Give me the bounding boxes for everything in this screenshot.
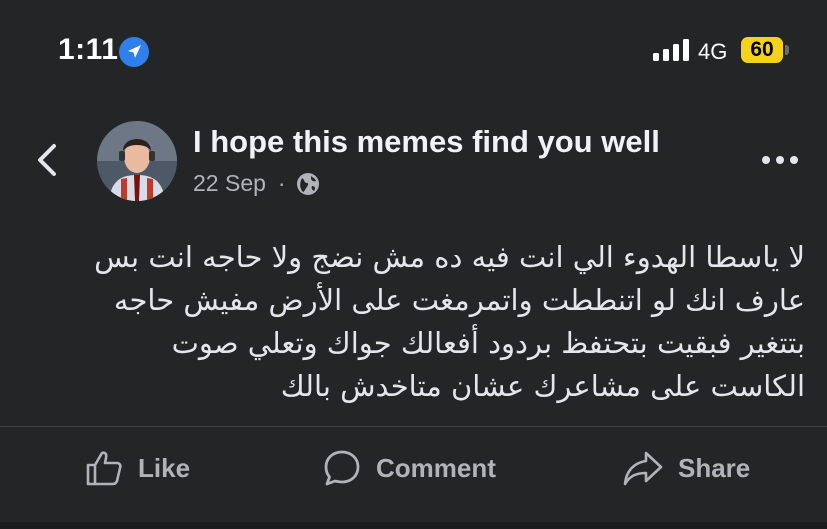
- comment-label: Comment: [376, 452, 496, 483]
- battery-level: 60: [750, 38, 774, 61]
- globe-icon: [296, 172, 319, 195]
- share-button[interactable]: Share: [622, 445, 750, 491]
- like-button[interactable]: Like: [84, 445, 190, 491]
- post-title[interactable]: I hope this memes find you well: [193, 124, 660, 160]
- share-label: Share: [678, 452, 751, 483]
- like-label: Like: [138, 452, 191, 483]
- location-arrow-icon: [119, 37, 149, 67]
- meta-separator: ·: [277, 170, 286, 196]
- bottom-strip: [0, 522, 827, 529]
- post-meta: 22 Sep ·: [193, 170, 320, 197]
- avatar[interactable]: [97, 121, 177, 201]
- chevron-left-icon: [38, 144, 56, 176]
- signal-bars-icon: [653, 39, 689, 61]
- post-text: لا ياسطا الهدوء الي انت فيه ده مش نضج ول…: [30, 236, 805, 408]
- post-date[interactable]: 22 Sep: [193, 170, 266, 197]
- post-screen: 1:11 4G 60 I hope this memes find you we…: [0, 0, 827, 529]
- thumbs-up-icon: [86, 451, 122, 486]
- comment-button[interactable]: Comment: [322, 445, 496, 491]
- post-text-line: الكاست على مشاعرك عشان متاخدش بالك: [280, 369, 805, 403]
- battery-cap: [785, 45, 789, 55]
- avatar-image: [97, 121, 177, 201]
- battery-indicator: 60: [741, 37, 783, 63]
- post-text-line: لا ياسطا الهدوء الي انت فيه ده مش نضج ول…: [94, 240, 805, 274]
- divider: [0, 426, 827, 427]
- post-text-line: عارف انك لو اتنططت واتمرمغت على الأرض مف…: [113, 283, 805, 317]
- speech-bubble-icon: [324, 450, 360, 486]
- share-arrow-icon: [623, 451, 663, 486]
- post-text-line: بتتغير فبقيت بتحتفظ بردود أفعالك جواك وت…: [171, 326, 805, 360]
- ellipsis-icon: [762, 156, 798, 164]
- more-options-button[interactable]: [760, 150, 800, 170]
- status-time: 1:11: [58, 33, 119, 66]
- back-button[interactable]: [30, 140, 66, 180]
- network-type: 4G: [698, 39, 728, 64]
